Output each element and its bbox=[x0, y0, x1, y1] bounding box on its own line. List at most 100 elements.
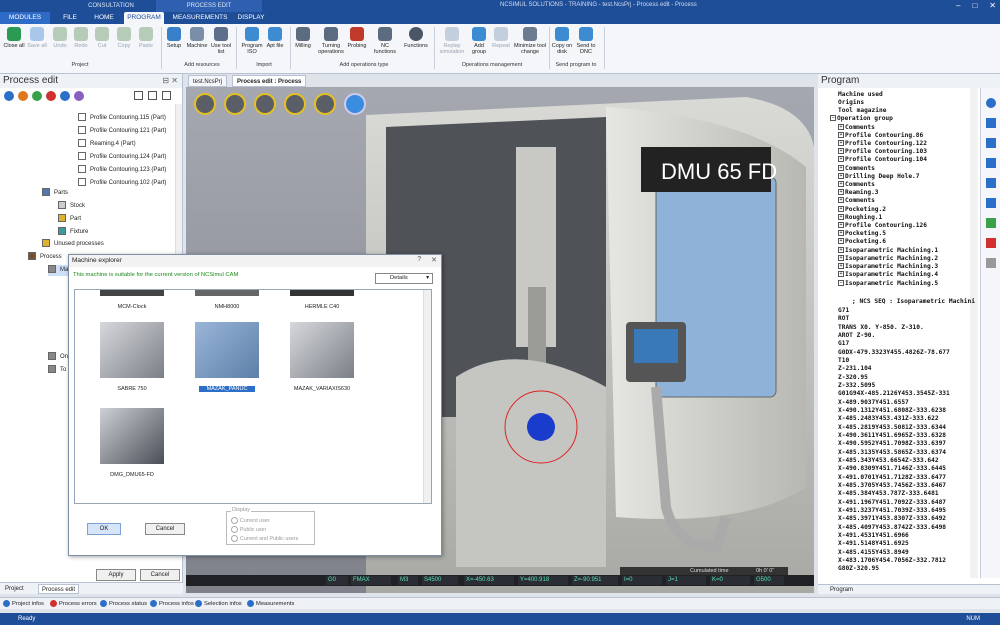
expand-icon[interactable]: + bbox=[838, 165, 844, 171]
expand-icon[interactable]: + bbox=[838, 206, 844, 212]
orange-ball-icon[interactable] bbox=[18, 91, 28, 101]
copy-on-disk-button[interactable]: Copy on disk bbox=[551, 27, 573, 55]
expand-icon[interactable]: + bbox=[838, 271, 844, 277]
add-group-button[interactable]: Add group bbox=[468, 27, 490, 55]
expand-icon[interactable]: + bbox=[838, 189, 844, 195]
expand-icon[interactable]: + bbox=[838, 181, 844, 187]
tree-item[interactable]: + Profile Contouring.126 bbox=[838, 222, 927, 229]
cancel-button[interactable]: Cancel bbox=[145, 523, 185, 535]
tab-test-ncsprj[interactable]: test.NcsPrj bbox=[188, 75, 228, 87]
tree-item[interactable]: + Profile Contouring.104 bbox=[838, 156, 927, 163]
green-ball-icon[interactable] bbox=[32, 91, 42, 101]
tree-item[interactable]: Profile Contouring.102 (Part) bbox=[78, 178, 166, 189]
palette-icon[interactable] bbox=[194, 93, 216, 115]
go-start-icon[interactable] bbox=[986, 98, 996, 108]
status-process-infos[interactable]: Process infos bbox=[150, 599, 194, 609]
nc-line[interactable]: G0DX-479.3323Y455.4826Z-78.677 bbox=[838, 349, 950, 357]
expand-icon[interactable]: + bbox=[838, 214, 844, 220]
close-icon[interactable]: ✕ bbox=[989, 1, 996, 10]
close-all-button[interactable]: Close all bbox=[3, 27, 25, 49]
save-all-button[interactable]: Save all bbox=[26, 27, 48, 49]
nc-line[interactable]: X-485.2483Y453.431Z-333.622 bbox=[838, 415, 939, 423]
tree-item[interactable]: + Pocketing.6 bbox=[838, 238, 886, 245]
nc-line[interactable]: G80Z-320.95 bbox=[838, 565, 879, 573]
cancel-button[interactable]: Cancel bbox=[140, 569, 180, 581]
apt-file-button[interactable]: Apt file bbox=[264, 27, 286, 49]
tree-item[interactable]: + Drilling Deep Hole.7 bbox=[838, 173, 920, 180]
tree-item-fixture[interactable]: Fixture bbox=[58, 227, 88, 238]
replay-simulation-button[interactable]: Replay simulation bbox=[438, 27, 466, 55]
expand-icon[interactable]: + bbox=[838, 230, 844, 236]
expand-icon[interactable]: + bbox=[838, 197, 844, 203]
view-mode-select[interactable]: Details ▾ bbox=[375, 273, 433, 284]
go-end-icon[interactable] bbox=[986, 198, 996, 208]
use-tool-list-button[interactable]: Use tool list bbox=[210, 27, 232, 55]
tab-home[interactable]: HOME bbox=[88, 12, 120, 24]
tree-item[interactable]: − Isoparametric Machining.5 bbox=[838, 280, 938, 287]
machine-card[interactable]: NMH8000 bbox=[195, 290, 259, 310]
tree-item[interactable]: Profile Contouring.121 (Part) bbox=[78, 126, 166, 137]
milling-button[interactable]: Milling bbox=[292, 27, 314, 49]
blue-ball-icon[interactable] bbox=[4, 91, 14, 101]
tree-item-machine-used[interactable]: Machine used bbox=[838, 91, 883, 98]
nc-line[interactable]: ROT bbox=[838, 315, 849, 323]
probing-button[interactable]: Probing bbox=[346, 27, 368, 49]
tree-item[interactable]: + Profile Contouring.103 bbox=[838, 148, 927, 155]
undo-button[interactable]: Undo bbox=[49, 27, 71, 49]
redo-button[interactable]: Redo bbox=[70, 27, 92, 49]
tree-item[interactable]: Reaming.4 (Part) bbox=[78, 139, 136, 150]
rotate-icon[interactable] bbox=[344, 93, 366, 115]
tree-item[interactable]: + Pocketing.2 bbox=[838, 206, 886, 213]
status-process-status[interactable]: Process status bbox=[100, 599, 147, 609]
nc-line[interactable]: X-485.3971Y453.8307Z-333.6492 bbox=[838, 515, 946, 523]
list-view-icon[interactable] bbox=[134, 91, 143, 100]
tree-item[interactable]: To bbox=[48, 365, 66, 376]
collapse-icon[interactable]: − bbox=[838, 280, 844, 286]
nc-line[interactable]: Z-231.104 bbox=[838, 365, 872, 373]
nc-line[interactable]: X-490.8309Y451.7146Z-333.6445 bbox=[838, 465, 946, 473]
pencil-icon[interactable] bbox=[986, 258, 996, 268]
radio-current-and-public[interactable]: Current and Public users bbox=[231, 535, 298, 542]
expand-icon[interactable]: + bbox=[838, 247, 844, 253]
minimize-tool-change-button[interactable]: Minimize tool change bbox=[513, 27, 547, 55]
expand-icon[interactable]: + bbox=[838, 156, 844, 162]
ok-button[interactable]: OK bbox=[87, 523, 121, 535]
add-icon[interactable] bbox=[986, 218, 996, 228]
machine-card[interactable]: MAZAK_VARIAXIS630 bbox=[290, 322, 354, 392]
tab-file[interactable]: FILE bbox=[58, 12, 82, 24]
step-forward-icon[interactable] bbox=[986, 178, 996, 188]
machine-card[interactable]: SABRE 750 bbox=[100, 322, 164, 392]
tree-item[interactable]: + Profile Contouring.122 bbox=[838, 140, 927, 147]
tab-process-edit-process[interactable]: Process edit : Process bbox=[232, 75, 307, 87]
tree-item[interactable]: + Comments bbox=[838, 181, 875, 188]
expand-icon[interactable]: + bbox=[838, 173, 844, 179]
machine-button[interactable]: Machine bbox=[186, 27, 208, 49]
setup-button[interactable]: Setup bbox=[163, 27, 185, 49]
repeat-button[interactable]: Repeat bbox=[490, 27, 512, 49]
pin-icon[interactable]: ⊟ ✕ bbox=[162, 76, 178, 85]
tree-item[interactable]: Profile Contouring.123 (Part) bbox=[78, 165, 166, 176]
tree-item[interactable]: + Isoparametric Machining.2 bbox=[838, 255, 938, 262]
send-to-dnc-button[interactable]: Send to DNC bbox=[575, 27, 597, 55]
status-project-infos[interactable]: Project infos bbox=[3, 599, 44, 609]
tree-item-tool-magazine[interactable]: Tool magazine bbox=[838, 107, 886, 114]
cube-icon[interactable] bbox=[224, 93, 246, 115]
status-selection-infos[interactable]: Selection infos bbox=[195, 599, 242, 609]
tree-item-origins[interactable]: Origins bbox=[838, 99, 864, 106]
nc-line[interactable]: X-490.5952Y451.7098Z-333.6397 bbox=[838, 440, 946, 448]
expand-icon[interactable]: + bbox=[838, 124, 844, 130]
tree-item-parts[interactable]: Parts bbox=[42, 188, 68, 199]
cut-button[interactable]: Cut bbox=[91, 27, 113, 49]
paste-button[interactable]: Paste bbox=[135, 27, 157, 49]
functions-button[interactable]: Functions bbox=[403, 27, 429, 49]
collapse-icon[interactable]: − bbox=[830, 115, 836, 121]
machine-card[interactable]: MCM-Clock bbox=[100, 290, 164, 310]
zoom-icon[interactable] bbox=[284, 93, 306, 115]
expand-icon[interactable]: + bbox=[838, 222, 844, 228]
program-iso-button[interactable]: Program ISO bbox=[241, 27, 263, 55]
play-back-icon[interactable] bbox=[986, 138, 996, 148]
tab-project[interactable]: Project bbox=[2, 584, 27, 594]
tree-item[interactable]: + Profile Contouring.86 bbox=[838, 132, 923, 139]
tab-program-bottom[interactable]: Program bbox=[818, 584, 1000, 594]
expand-icon[interactable]: + bbox=[838, 255, 844, 261]
